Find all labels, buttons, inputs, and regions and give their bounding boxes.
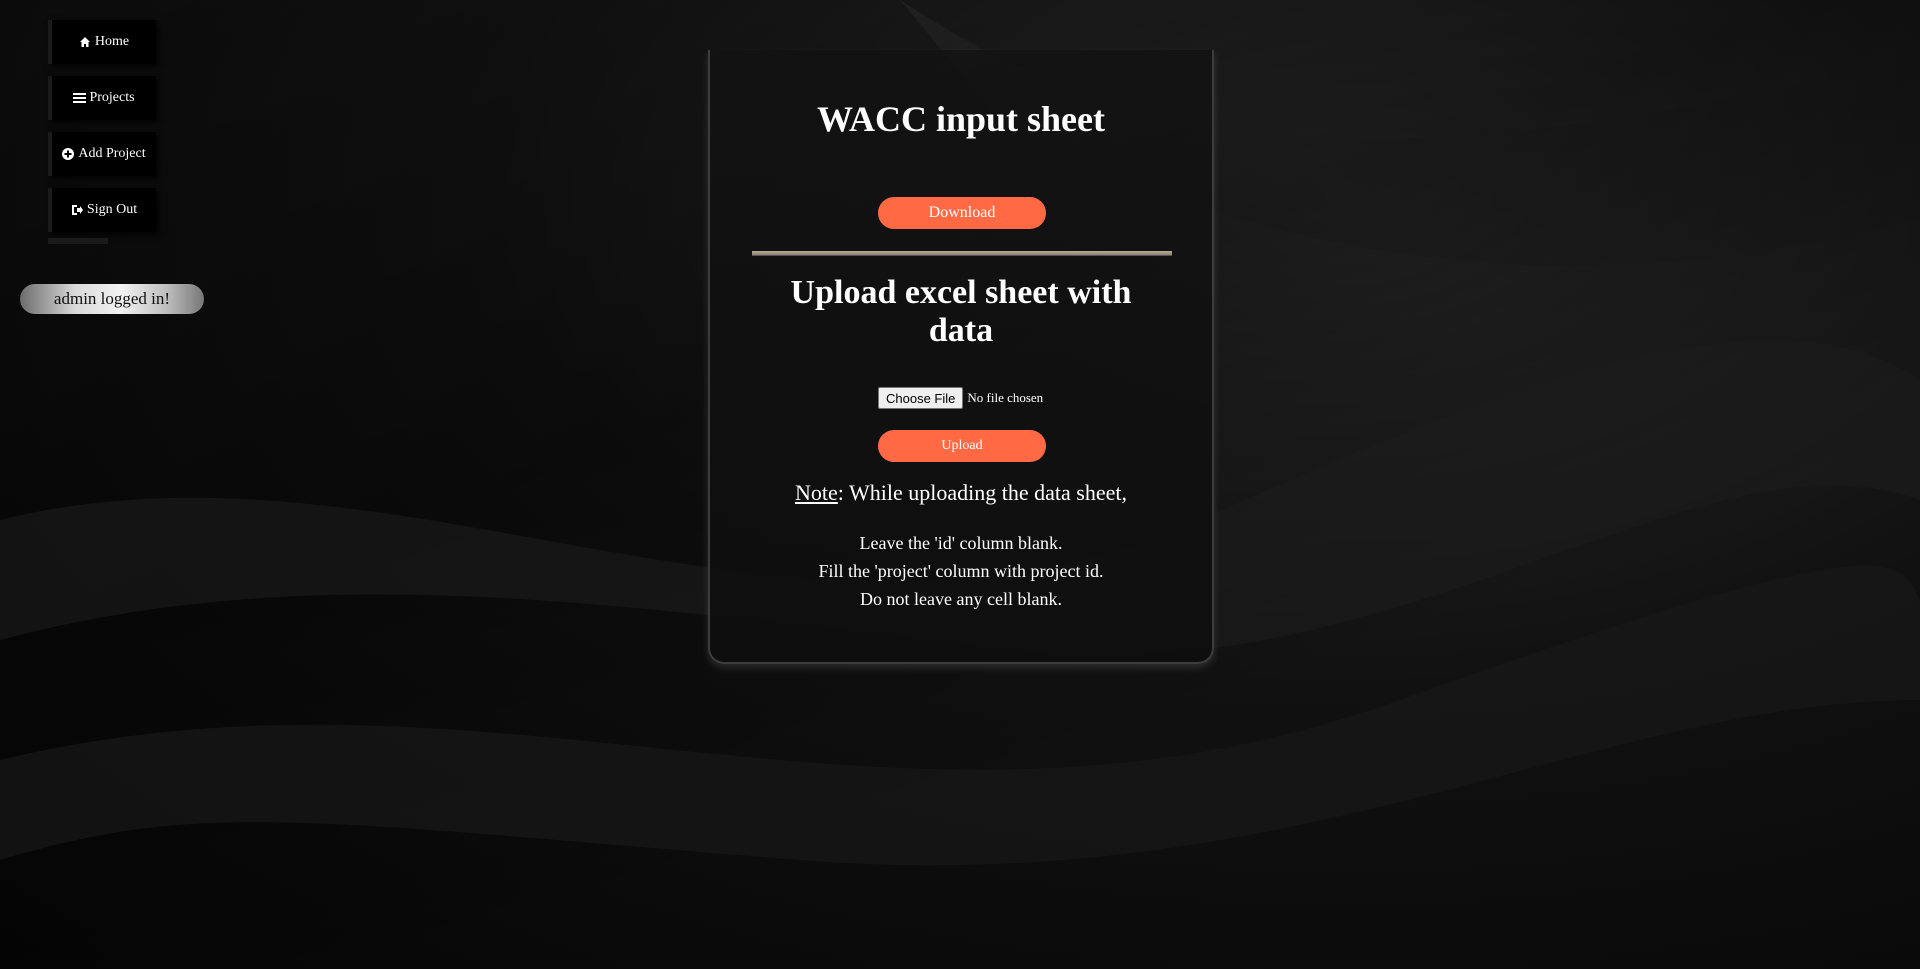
upload-card: WACC input sheet Download Upload excel s…	[708, 50, 1214, 664]
note-line: Leave the 'id' column blank.	[859, 533, 1063, 553]
note-line: Do not leave any cell blank.	[860, 589, 1062, 609]
download-button[interactable]: Download	[878, 197, 1046, 229]
file-input: Choose File No file chosen	[878, 387, 1043, 409]
sidebar-item-label: Add Project	[78, 146, 146, 161]
sign-out-icon	[71, 204, 83, 216]
sidebar: Home Projects Add Project Sign Out	[48, 20, 156, 244]
list-icon	[73, 92, 87, 104]
home-icon	[79, 36, 91, 48]
sidebar-item-home[interactable]: Home	[48, 20, 156, 64]
sidebar-item-sign-out[interactable]: Sign Out	[48, 188, 156, 232]
note-lines: Leave the 'id' column blank. Fill the 'p…	[710, 529, 1212, 613]
upload-button[interactable]: Upload	[878, 430, 1046, 462]
sidebar-item-label: Home	[94, 34, 130, 49]
note-line: Fill the 'project' column with project i…	[818, 561, 1104, 581]
sidebar-item-label: Sign Out	[86, 202, 138, 217]
upload-heading: Upload excel sheet with data	[790, 274, 1132, 349]
divider	[752, 251, 1172, 256]
note-label: Note	[795, 480, 838, 505]
choose-file-button[interactable]: Choose File	[878, 387, 964, 409]
note-text: : While uploading the data sheet,	[837, 480, 1127, 505]
note: Note: While uploading the data sheet,	[710, 480, 1212, 506]
plus-circle-icon	[62, 148, 75, 160]
sidebar-footer	[48, 238, 108, 244]
sidebar-item-label: Projects	[89, 90, 135, 105]
page-title: WACC input sheet	[816, 99, 1106, 139]
status-badge: admin logged in!	[20, 284, 204, 314]
file-status: No file chosen	[967, 390, 1044, 405]
sidebar-item-add-project[interactable]: Add Project	[48, 132, 156, 176]
sidebar-item-projects[interactable]: Projects	[48, 76, 156, 120]
